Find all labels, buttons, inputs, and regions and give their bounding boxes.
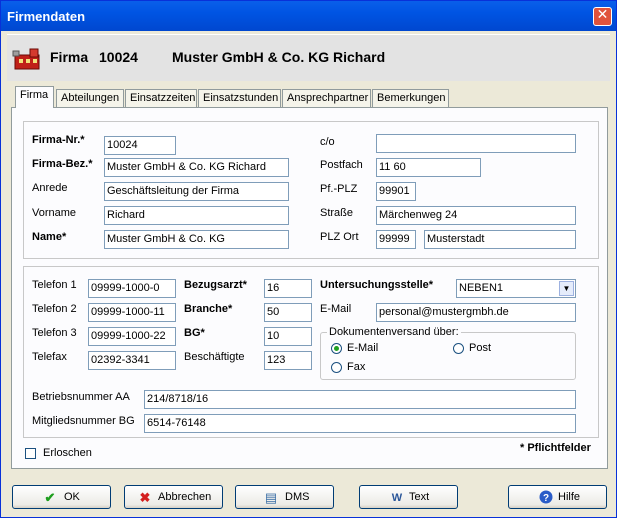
radio-post-label: Post bbox=[469, 342, 492, 354]
branche-label: Branche* bbox=[184, 303, 233, 315]
postfach-field[interactable]: 11 60 bbox=[376, 158, 481, 177]
firmendaten-window: Firmendaten ✕ Firma 10024 Muster GmbH & … bbox=[0, 0, 617, 518]
telefon3-label: Telefon 3 bbox=[32, 327, 77, 339]
anrede-field[interactable]: Geschäftsleitung der Firma bbox=[104, 182, 289, 201]
postfach-label: Postfach bbox=[320, 159, 363, 171]
mitgliedsnummer-field[interactable]: 6514-76148 bbox=[144, 414, 576, 433]
untersuchungsstelle-select[interactable]: NEBEN1 ▼ bbox=[456, 279, 576, 298]
beschaeftigte-field[interactable]: 123 bbox=[264, 351, 312, 370]
pf-plz-label: Pf.-PLZ bbox=[320, 183, 358, 195]
email-field[interactable]: personal@mustergmbh.de bbox=[376, 303, 576, 322]
svg-text:?: ? bbox=[543, 493, 549, 504]
document-stack-icon: ▤ bbox=[264, 490, 278, 505]
firma-nr-field[interactable]: 10024 bbox=[104, 136, 176, 155]
erloschen-checkbox[interactable] bbox=[25, 448, 36, 459]
tab-bemerkungen[interactable]: Bemerkungen bbox=[372, 89, 449, 107]
plz-ort-label: PLZ Ort bbox=[320, 231, 359, 243]
dms-button-label: DMS bbox=[285, 491, 310, 503]
email-label: E-Mail bbox=[320, 303, 352, 315]
word-document-icon: W bbox=[391, 492, 403, 504]
telefon3-field[interactable]: 09999-1000-22 bbox=[88, 327, 176, 346]
dms-button[interactable]: ▤ DMS bbox=[235, 485, 334, 509]
dokumentenversand-legend: Dokumentenversand über: bbox=[327, 326, 461, 338]
tab-einsatzzeiten[interactable]: Einsatzzeiten bbox=[125, 89, 197, 107]
strasse-field[interactable]: Märchenweg 24 bbox=[376, 206, 576, 225]
header-label: Firma bbox=[50, 49, 89, 65]
header-firm-id: 10024 bbox=[99, 49, 138, 65]
radio-fax-label: Fax bbox=[347, 361, 366, 373]
hilfe-button-label: Hilfe bbox=[558, 491, 581, 503]
bezugsarzt-field[interactable]: 16 bbox=[264, 279, 312, 298]
window-title: Firmendaten bbox=[7, 9, 86, 24]
bezugsarzt-label: Bezugsarzt* bbox=[184, 279, 247, 291]
close-button[interactable]: ✕ bbox=[593, 7, 612, 26]
firma-bez-field[interactable]: Muster GmbH & Co. KG Richard bbox=[104, 158, 289, 177]
header-firm-name: Muster GmbH & Co. KG Richard bbox=[172, 49, 386, 65]
tab-label: Ansprechpartner bbox=[287, 92, 369, 104]
tab-ansprechpartner[interactable]: Ansprechpartner bbox=[282, 89, 371, 107]
hilfe-button[interactable]: ? Hilfe bbox=[508, 485, 607, 509]
ok-button-label: OK bbox=[64, 491, 80, 503]
radio-post[interactable] bbox=[453, 343, 464, 354]
close-icon: ✕ bbox=[596, 7, 609, 23]
radio-email[interactable] bbox=[331, 343, 342, 354]
bg-field[interactable]: 10 bbox=[264, 327, 312, 346]
betriebsnummer-label: Betriebsnummer AA bbox=[32, 391, 130, 403]
check-icon: ✔ bbox=[44, 490, 56, 505]
branche-field[interactable]: 50 bbox=[264, 303, 312, 322]
tab-label: Einsatzstunden bbox=[203, 92, 279, 104]
tab-label: Abteilungen bbox=[61, 92, 120, 104]
name-field[interactable]: Muster GmbH & Co. KG bbox=[104, 230, 289, 249]
abbrechen-button-label: Abbrechen bbox=[158, 491, 212, 503]
strasse-label: Straße bbox=[320, 207, 354, 219]
bg-label: BG* bbox=[184, 327, 205, 339]
pflichtfelder-note: * Pflichtfelder bbox=[520, 442, 591, 454]
telefax-field[interactable]: 02392-3341 bbox=[88, 351, 176, 370]
co-field[interactable] bbox=[376, 134, 576, 153]
vorname-field[interactable]: Richard bbox=[104, 206, 289, 225]
tab-label: Firma bbox=[20, 89, 49, 101]
firma-bez-label: Firma-Bez.* bbox=[32, 158, 93, 170]
anrede-label: Anrede bbox=[32, 182, 68, 194]
name-label: Name* bbox=[32, 231, 67, 243]
company-icon bbox=[12, 48, 40, 70]
text-button-label: Text bbox=[409, 491, 430, 503]
title-bar[interactable]: Firmendaten ✕ bbox=[1, 1, 616, 31]
pf-plz-field[interactable]: 99901 bbox=[376, 182, 416, 201]
header-panel: Firma 10024 Muster GmbH & Co. KG Richard bbox=[7, 34, 610, 81]
telefax-label: Telefax bbox=[32, 351, 67, 363]
tab-einsatzstunden[interactable]: Einsatzstunden bbox=[198, 89, 281, 107]
beschaeftigte-label: Beschäftigte bbox=[184, 351, 245, 363]
erloschen-label: Erloschen bbox=[43, 447, 92, 459]
chevron-down-icon[interactable]: ▼ bbox=[559, 281, 574, 296]
co-label: c/o bbox=[320, 136, 335, 148]
tab-label: Einsatzzeiten bbox=[130, 92, 196, 104]
text-button[interactable]: W Text bbox=[359, 485, 458, 509]
firma-nr-label: Firma-Nr.* bbox=[32, 134, 85, 146]
vorname-label: Vorname bbox=[32, 207, 77, 219]
untersuchungsstelle-value: NEBEN1 bbox=[459, 282, 504, 294]
tab-label: Bemerkungen bbox=[377, 92, 446, 104]
cancel-icon: ✖ bbox=[139, 490, 151, 505]
telefon2-label: Telefon 2 bbox=[32, 303, 77, 315]
telefon2-field[interactable]: 09999-1000-11 bbox=[88, 303, 176, 322]
plz-field[interactable]: 99999 bbox=[376, 230, 416, 249]
telefon1-label: Telefon 1 bbox=[32, 279, 77, 291]
ort-field[interactable]: Musterstadt bbox=[424, 230, 576, 249]
tab-abteilungen[interactable]: Abteilungen bbox=[56, 89, 124, 107]
untersuchungsstelle-label: Untersuchungsstelle* bbox=[320, 279, 434, 291]
mitgliedsnummer-label: Mitgliedsnummer BG bbox=[32, 415, 135, 427]
betriebsnummer-field[interactable]: 214/8718/16 bbox=[144, 390, 576, 409]
tab-firma[interactable]: Firma bbox=[15, 86, 54, 108]
telefon1-field[interactable]: 09999-1000-0 bbox=[88, 279, 176, 298]
help-icon: ? bbox=[538, 490, 554, 506]
radio-fax[interactable] bbox=[331, 362, 342, 373]
abbrechen-button[interactable]: ✖ Abbrechen bbox=[124, 485, 223, 509]
ok-button[interactable]: ✔ OK bbox=[12, 485, 111, 509]
radio-email-label: E-Mail bbox=[347, 342, 379, 354]
